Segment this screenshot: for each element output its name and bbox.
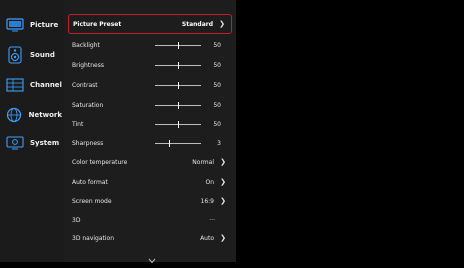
sidebar-item-system[interactable]: System <box>2 128 62 158</box>
color-temperature-value: Normal <box>192 158 214 166</box>
scroll-down-chevron-icon[interactable] <box>148 249 156 264</box>
chevron-right-icon: ❯ <box>220 158 226 166</box>
backlight-label: Backlight <box>72 41 100 49</box>
picture-preset-label: Picture Preset <box>73 20 122 28</box>
settings-tv-icon <box>6 134 24 152</box>
3d-navigation-row[interactable]: 3D navigation Auto ❯ <box>68 228 232 248</box>
color-temperature-label: Color temperature <box>72 158 128 166</box>
sidebar-item-label: Picture <box>30 21 59 29</box>
sidebar-item-label: Channel <box>30 81 62 89</box>
sidebar-item-label: Sound <box>30 51 55 59</box>
slider-knob[interactable] <box>178 121 179 128</box>
slider-knob[interactable] <box>169 140 170 147</box>
sidebar-item-sound[interactable]: Sound <box>2 40 62 70</box>
backlight-row[interactable]: Backlight 50 <box>68 35 232 55</box>
contrast-value: 50 <box>213 81 221 89</box>
chevron-right-icon: ❯ <box>220 197 226 205</box>
globe-icon <box>6 106 23 124</box>
slider-knob[interactable] <box>178 42 179 49</box>
picture-preset-value: Standard <box>181 20 213 28</box>
chevron-right-icon: ❯ <box>220 178 226 186</box>
brightness-label: Brightness <box>72 61 104 69</box>
saturation-label: Saturation <box>72 101 104 109</box>
3d-navigation-label: 3D navigation <box>72 234 115 242</box>
saturation-row[interactable]: Saturation 50 <box>68 95 232 115</box>
settings-sidebar: Picture Sound Channel Network System <box>0 0 64 262</box>
channel-grid-icon <box>6 76 24 94</box>
3d-value: ··· <box>209 216 215 224</box>
contrast-row[interactable]: Contrast 50 <box>68 75 232 95</box>
speaker-icon <box>6 46 24 64</box>
3d-row[interactable]: 3D ··· <box>68 210 232 230</box>
auto-format-value: On <box>205 178 214 186</box>
color-temperature-row[interactable]: Color temperature Normal ❯ <box>68 152 232 172</box>
saturation-value: 50 <box>213 101 221 109</box>
3d-label: 3D <box>72 216 81 224</box>
slider-knob[interactable] <box>178 82 179 89</box>
sidebar-item-label: Network <box>28 111 62 119</box>
sidebar-item-channel[interactable]: Channel <box>2 70 62 100</box>
brightness-slider[interactable] <box>155 62 201 69</box>
sidebar-item-network[interactable]: Network <box>2 100 62 130</box>
sidebar-item-picture[interactable]: Picture <box>2 10 62 40</box>
contrast-label: Contrast <box>72 81 98 89</box>
tv-icon <box>6 16 24 34</box>
saturation-slider[interactable] <box>155 102 201 109</box>
chevron-right-icon: ❯ <box>219 20 225 28</box>
slider-knob[interactable] <box>178 62 179 69</box>
backlight-value: 50 <box>213 41 221 49</box>
sharpness-row[interactable]: Sharpness 3 <box>68 133 232 153</box>
slider-knob[interactable] <box>178 102 179 109</box>
backlight-slider[interactable] <box>155 42 201 49</box>
sidebar-item-label: System <box>30 139 60 147</box>
picture-preset-row[interactable]: Picture Preset Standard ❯ <box>68 14 232 34</box>
brightness-value: 50 <box>213 61 221 69</box>
tint-row[interactable]: Tint 50 <box>68 114 232 134</box>
sharpness-slider[interactable] <box>155 140 201 147</box>
screen-mode-label: Screen mode <box>72 197 112 205</box>
auto-format-row[interactable]: Auto format On ❯ <box>68 172 232 192</box>
3d-navigation-value: Auto <box>200 234 214 242</box>
tv-settings-screen: Picture Sound Channel Network System Pic… <box>0 0 464 264</box>
screen-mode-row[interactable]: Screen mode 16:9 ❯ <box>68 191 232 211</box>
contrast-slider[interactable] <box>155 82 201 89</box>
tint-label: Tint <box>72 120 84 128</box>
auto-format-label: Auto format <box>72 178 108 186</box>
sharpness-value: 3 <box>217 139 221 147</box>
chevron-right-icon: ❯ <box>220 234 226 242</box>
tint-value: 50 <box>213 120 221 128</box>
brightness-row[interactable]: Brightness 50 <box>68 55 232 75</box>
tint-slider[interactable] <box>155 121 201 128</box>
screen-mode-value: 16:9 <box>200 197 214 205</box>
sharpness-label: Sharpness <box>72 139 104 147</box>
